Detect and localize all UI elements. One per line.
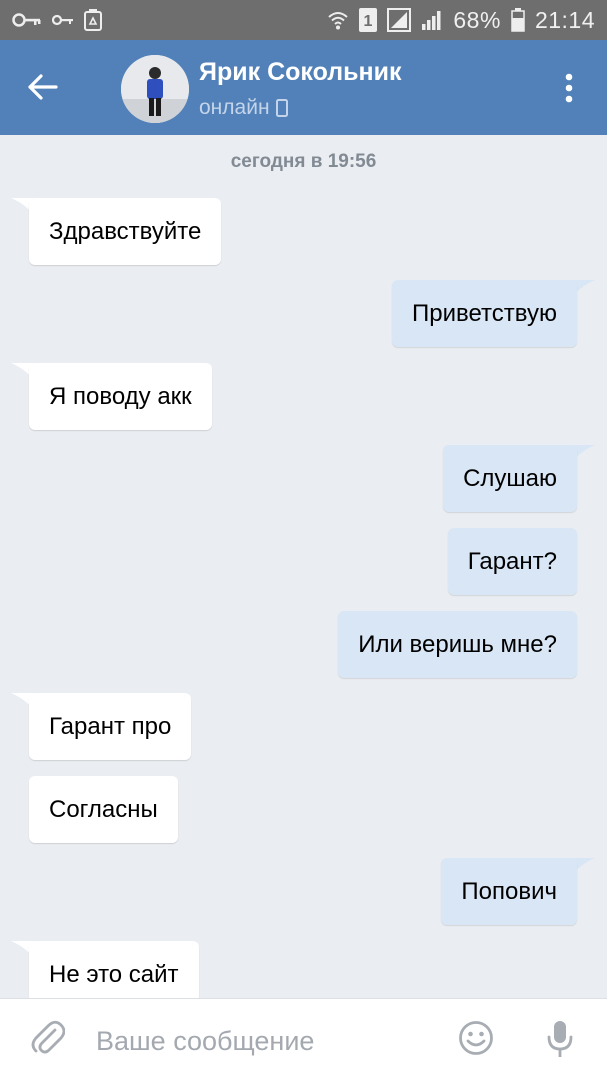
status-bar-left (12, 9, 102, 31)
message-incoming[interactable]: Согласны (29, 776, 178, 843)
mobile-phone-icon (275, 99, 288, 117)
message-text: Я поводу акк (49, 382, 192, 410)
message-text: Приветствую (412, 299, 557, 327)
microphone-icon (547, 1021, 573, 1057)
signal-icon (421, 9, 443, 31)
date-separator: сегодня в 19:56 (230, 151, 377, 172)
message-text: Попович (461, 877, 557, 905)
message-text: Или веришь мне? (358, 630, 557, 658)
battery-percent: 68% (453, 6, 501, 33)
emoji-button[interactable] (456, 1018, 496, 1058)
contact-status: онлайн (199, 96, 288, 120)
attach-button[interactable] (28, 1019, 68, 1059)
message-text: Согласны (49, 795, 158, 823)
avatar-photo (121, 55, 189, 123)
message-text: Слушаю (463, 464, 557, 492)
avatar[interactable] (121, 55, 189, 123)
paperclip-icon (31, 1020, 65, 1054)
wifi-icon (327, 9, 349, 31)
contact-name[interactable]: Ярик Сокольник (199, 58, 401, 87)
voice-message-button[interactable] (542, 1017, 578, 1061)
clock: 21:14 (534, 6, 595, 33)
message-text: Гарант про (49, 712, 172, 740)
message-input[interactable] (96, 1019, 436, 1063)
message-outgoing[interactable]: Слушаю (443, 445, 577, 512)
sim-slot-label: 1 (364, 13, 373, 30)
arrow-left-icon (28, 74, 58, 100)
status-bar-right: 1 68% 21:14 (327, 7, 595, 34)
smile-icon (459, 1021, 493, 1055)
key-icon (12, 12, 42, 28)
message-outgoing[interactable]: Приветствую (392, 280, 577, 347)
message-outgoing[interactable]: Гарант? (447, 528, 577, 595)
signal-icon (387, 8, 412, 32)
back-button[interactable] (18, 63, 66, 111)
more-vertical-icon (565, 73, 573, 103)
sim1-icon: 1 (359, 8, 378, 32)
status-bar: 1 68% 21:14 (0, 0, 607, 40)
message-text: Гарант? (467, 547, 557, 575)
chat-header: Ярик Сокольник онлайн (0, 40, 607, 135)
message-outgoing[interactable]: Или веришь мне? (338, 611, 577, 678)
message-text: Здравствуйте (49, 217, 202, 245)
message-incoming[interactable]: Гарант про (29, 693, 192, 760)
recycle-icon (84, 9, 102, 31)
message-incoming[interactable]: Здравствуйте (29, 198, 222, 265)
more-options-button[interactable] (551, 68, 587, 108)
message-outgoing[interactable]: Попович (441, 858, 577, 925)
online-status-label: онлайн (199, 96, 270, 119)
message-incoming[interactable]: Я поводу акк (29, 363, 212, 430)
message-text: Не это сайт (49, 960, 179, 988)
composer-bar (0, 998, 607, 1081)
key-small-icon (52, 13, 74, 27)
battery-icon (511, 8, 525, 32)
